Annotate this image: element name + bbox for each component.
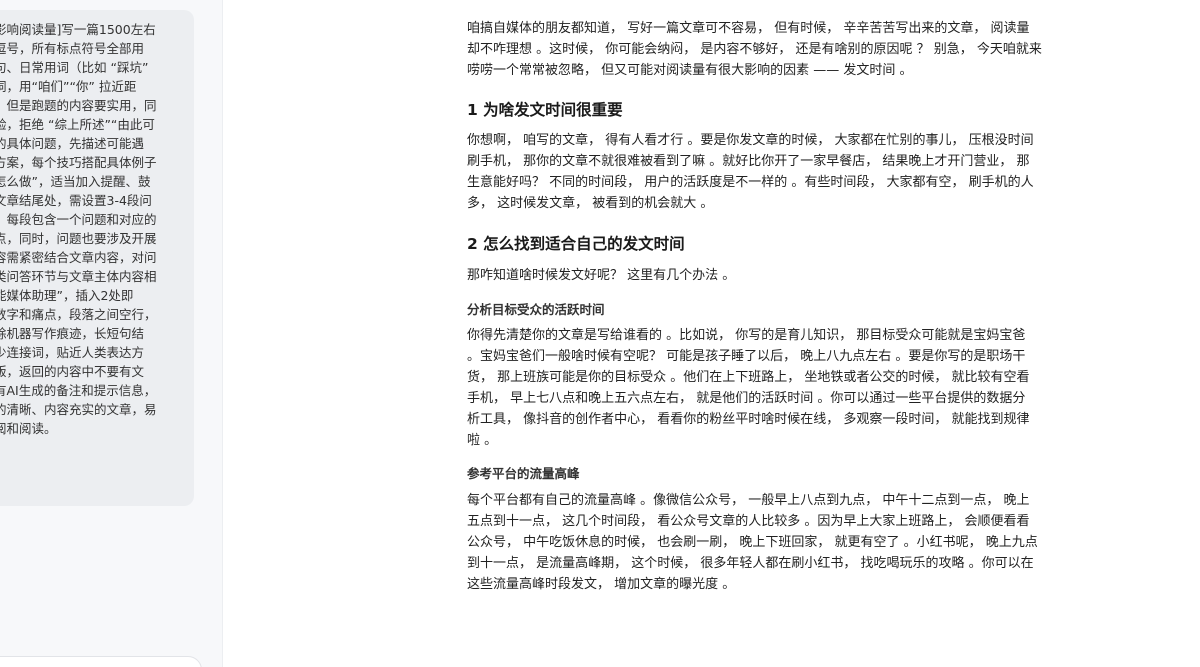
prompt-message-bubble: 影响阅读量]写一篇1500左右 逗号，所有标点符号全部用 句、日常用词（比如 “… — [0, 10, 194, 506]
prompt-line: 文章结尾处，需设置3-4段问 — [0, 193, 152, 208]
prompt-line: 能媒体助理”，插入2处即 — [0, 288, 134, 303]
prompt-line: 数字和痛点，段落之间空行， — [0, 307, 157, 322]
prompt-line: 词，用“咱们”“你” 拉近距 — [0, 79, 137, 94]
prompt-line: 怎么做”，适当加入提醒、鼓 — [0, 174, 151, 189]
text-line: 析工具， 像抖音的创作者中心， 看看你的粉丝平时啥时候在线， 多观察一段时间， … — [467, 412, 1030, 427]
text-line: 公众号， 中午吃饭休息的时候， 也会刷一刷， 晚上下班回家， 就更有空了 。小红… — [467, 535, 1038, 550]
subsection-heading: 分析目标受众的活跃时间 — [467, 302, 605, 317]
text-line: 刷手机， 那你的文章不就很难被看到了嘛 。就好比你开了一家早餐店， 结果晚上才开… — [467, 154, 1030, 169]
prompt-line: 方案，每个技巧搭配具体例子 — [0, 155, 157, 170]
article-body: 咱搞自媒体的朋友都知道， 写好一篇文章可不容易， 但有时候， 辛辛苦苦写出来的文… — [467, 18, 1107, 595]
text-line: 你想啊， 咱写的文章， 得有人看才行 。要是你发文章的时候， 大家都在忙别的事儿… — [467, 133, 1034, 148]
prompt-line: 类问答环节与文章主体内容相 — [0, 269, 157, 284]
prompt-line: 除机器写作痕迹，长短句结 — [0, 326, 145, 341]
subsection2-paragraph: 每个平台都有自己的流量高峰 。像微信公众号， 一般早上八点到九点， 中午十二点到… — [467, 490, 1107, 595]
section-heading: 1 为啥发文时间很重要 — [467, 101, 623, 119]
prompt-line: 点，同时，问题也要涉及开展 — [0, 231, 157, 246]
prompt-line: ，但是跑题的内容要实用，同 — [0, 98, 157, 113]
text-line: 唠唠一个常常被忽略， 但又可能对阅读量有很大影响的因素 —— 发文时间 。 — [467, 63, 913, 78]
app-window: 影响阅读量]写一篇1500左右 逗号，所有标点符号全部用 句、日常用词（比如 “… — [0, 0, 1200, 667]
chat-sidebar: 影响阅读量]写一篇1500左右 逗号，所有标点符号全部用 句、日常用词（比如 “… — [0, 0, 223, 667]
text-line: 啦 。 — [467, 433, 498, 448]
prompt-line: 有AI生成的备注和提示信息， — [0, 383, 157, 398]
section-heading: 2 怎么找到适合自己的发文时间 — [467, 235, 685, 253]
text-line: 手机， 早上七八点和晚上五六点左右， 就是他们的活跃时间 。你可以通过一些平台提… — [467, 391, 1026, 406]
text-line: 你得先清楚你的文章是写给谁看的 。比如说， 你写的是育儿知识， 那目标受众可能就… — [467, 328, 1026, 343]
prompt-line: 影响阅读量]写一篇1500左右 — [0, 22, 156, 37]
intro-paragraph: 咱搞自媒体的朋友都知道， 写好一篇文章可不容易， 但有时候， 辛辛苦苦写出来的文… — [467, 18, 1107, 81]
text-line: 货， 那上班族可能是你的目标受众 。他们在上下班路上， 坐地铁或者公交的时候， … — [467, 370, 1030, 385]
text-line: 每个平台都有自己的流量高峰 。像微信公众号， 一般早上八点到九点， 中午十二点到… — [467, 493, 1030, 508]
section2-intro: 那咋知道啥时候发文好呢？ 这里有几个办法 。 — [467, 265, 1107, 286]
prompt-line: 逗号，所有标点符号全部用 — [0, 41, 145, 56]
prompt-line: 的具体问题，先描述可能遇 — [0, 136, 145, 151]
prompt-line: 容需紧密结合文章内容，对问 — [0, 250, 157, 265]
text-line: 咱搞自媒体的朋友都知道， 写好一篇文章可不容易， 但有时候， 辛辛苦苦写出来的文… — [467, 21, 1030, 36]
text-line: 五点到十一点， 这几个时间段， 看公众号文章的人比较多 。因为早上大家上班路上，… — [467, 514, 1030, 529]
text-line: 到十一点， 是流量高峰期， 这个时候， 很多年轻人都在刷小红书， 找吃喝玩乐的攻… — [467, 556, 1034, 571]
prompt-line: 少连接词，贴近人类表达方 — [0, 345, 145, 360]
subsection1-paragraph: 你得先清楚你的文章是写给谁看的 。比如说， 你写的是育儿知识， 那目标受众可能就… — [467, 325, 1107, 451]
text-line: 多， 这时候发文章， 被看到的机会就大 。 — [467, 196, 714, 211]
prompt-line: 阅和阅读。 — [0, 421, 57, 436]
prompt-line: 的清晰、内容充实的文章，易 — [0, 402, 157, 417]
text-line: 。宝妈宝爸们一般啥时候有空呢？ 可能是孩子睡了以后， 晚上八九点左右 。要是你写… — [467, 349, 1026, 364]
prompt-line: 句、日常用词（比如 “踩坑” — [0, 60, 149, 75]
subsection-heading: 参考平台的流量高峰 — [467, 466, 580, 481]
text-line: 那咋知道啥时候发文好呢？ 这里有几个办法 。 — [467, 268, 736, 283]
text-line: 生意能好吗？ 不同的时间段， 用户的活跃度是不一样的 。有些时间段， 大家都有空… — [467, 175, 1034, 190]
chat-input-box[interactable] — [0, 656, 202, 667]
prompt-line: 版，返回的内容中不要有文 — [0, 364, 145, 379]
text-line: 这些流量高峰时段发文， 增加文章的曝光度 。 — [467, 577, 736, 592]
text-line: 却不咋理想 。这时候， 你可能会纳闷， 是内容不够好， 还是有啥别的原因呢 ？ … — [467, 42, 1042, 57]
prompt-line: 验，拒绝 “综上所述”“由此可 — [0, 117, 155, 132]
prompt-line: ，每段包含一个问题和对应的 — [0, 212, 157, 227]
section1-paragraph: 你想啊， 咱写的文章， 得有人看才行 。要是你发文章的时候， 大家都在忙别的事儿… — [467, 130, 1107, 214]
